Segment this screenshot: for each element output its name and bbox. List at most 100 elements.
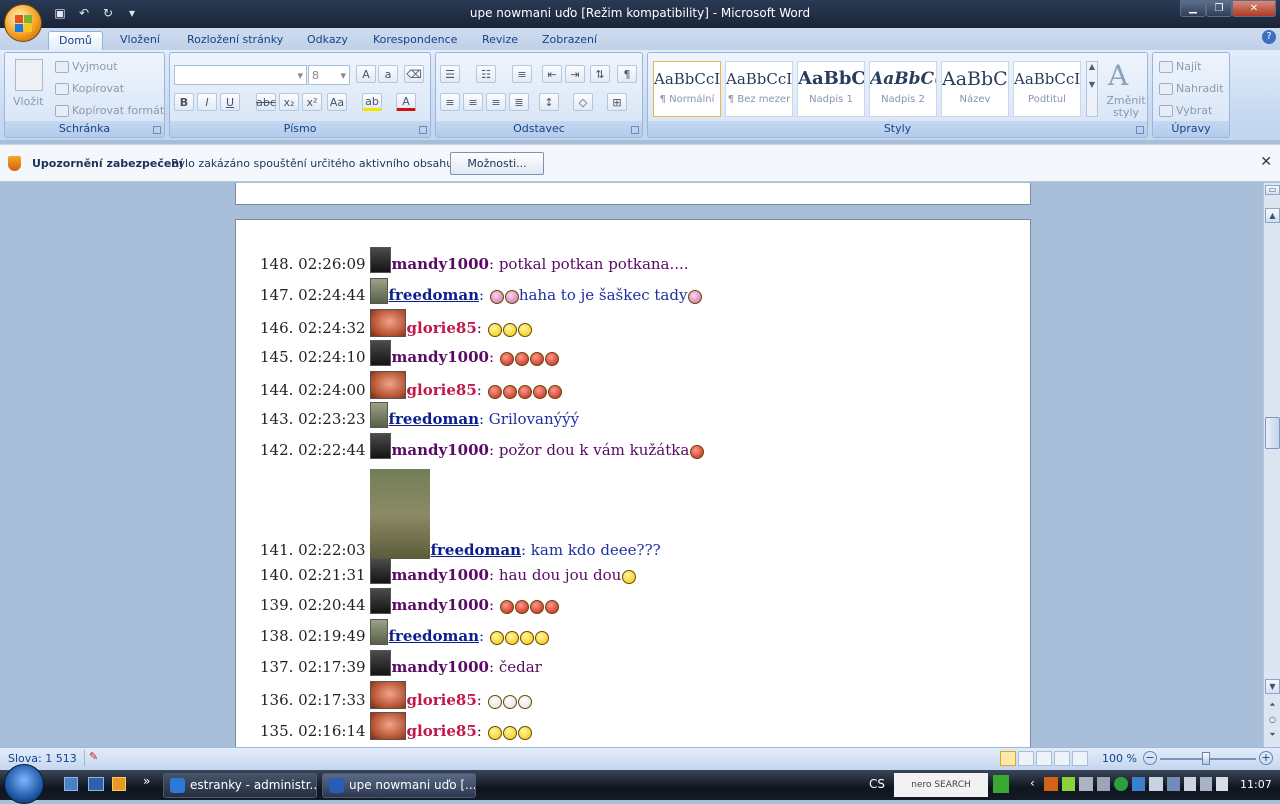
tray-icon[interactable] (1096, 777, 1110, 791)
language-indicator[interactable]: CS (869, 777, 885, 791)
subscript-icon[interactable]: x₂ (279, 93, 299, 111)
username-link[interactable]: mandy1000 (392, 348, 489, 366)
search-box[interactable]: nero SEARCH (894, 773, 988, 797)
style-title[interactable]: AaBbC(Název (941, 61, 1009, 117)
font-name-combo[interactable]: ▾ (174, 65, 307, 85)
user-avatar[interactable] (369, 402, 388, 428)
user-avatar[interactable] (369, 712, 406, 740)
paste-button[interactable]: Vložit (13, 95, 43, 108)
font-color-icon[interactable]: A (396, 93, 416, 111)
borders-icon[interactable]: ⊞ (607, 93, 627, 111)
start-button[interactable] (4, 764, 44, 804)
user-avatar[interactable] (369, 278, 388, 304)
zoom-in-icon[interactable]: + (1259, 751, 1273, 765)
tray-expand-icon[interactable]: ‹ (1030, 776, 1035, 790)
shading-icon[interactable]: ◇ (573, 93, 593, 111)
dialog-launcher-icon[interactable] (153, 126, 161, 134)
style-normal[interactable]: AaBbCcI ¶ Normální (653, 61, 721, 117)
underline-icon[interactable]: U (220, 93, 240, 111)
select-button[interactable]: Vybrat (1159, 104, 1212, 117)
bold-icon[interactable]: B (174, 93, 194, 111)
username-link[interactable]: mandy1000 (392, 596, 489, 614)
multilevel-list-icon[interactable]: ≡ (512, 65, 532, 83)
clock[interactable]: 11:07 (1240, 778, 1272, 791)
sort-icon[interactable]: ⇅ (590, 65, 610, 83)
document-page[interactable]: 148. 02:26:09 mandy1000: potkal potkan po… (235, 219, 1031, 747)
minimize-button[interactable]: ▁ (1180, 0, 1206, 17)
decrease-indent-icon[interactable]: ⇤ (542, 65, 562, 83)
username-link[interactable]: freedoman (389, 627, 479, 645)
username-link[interactable]: glorie85 (407, 722, 477, 740)
format-painter-button[interactable]: Kopírovat formát (55, 104, 164, 117)
ruler-toggle-icon[interactable]: ▭ (1265, 185, 1280, 195)
go-arrow-icon[interactable] (993, 775, 1009, 793)
dialog-launcher-icon[interactable] (631, 126, 639, 134)
monitor-icon[interactable] (1200, 777, 1212, 791)
scroll-up-icon[interactable]: ▲ (1265, 208, 1280, 223)
previous-page-icon[interactable]: ⏶ (1265, 698, 1280, 713)
bullets-icon[interactable]: ☰ (440, 65, 460, 83)
show-desktop-icon[interactable] (64, 777, 78, 791)
user-avatar[interactable] (369, 619, 388, 645)
tab-insert[interactable]: Vložení (110, 31, 170, 50)
word-count[interactable]: Slova: 1 513 (8, 752, 77, 765)
close-icon[interactable]: ✕ (1260, 154, 1272, 170)
user-avatar[interactable] (369, 681, 406, 709)
user-avatar[interactable] (369, 371, 406, 399)
superscript-icon[interactable]: x² (302, 93, 322, 111)
taskbar-item-word[interactable]: upe nowmani uďo [... (322, 773, 476, 798)
change-styles-button[interactable]: Změnit styly (1106, 95, 1146, 119)
network-icon[interactable] (1184, 777, 1196, 791)
style-no-spacing[interactable]: AaBbCcI ¶ Bez mezer (725, 61, 793, 117)
tray-icon[interactable] (1131, 777, 1145, 791)
style-heading-2[interactable]: AaBbC(Nadpis 2 (869, 61, 937, 117)
taskbar-item-browser[interactable]: estranky - administr... (163, 773, 317, 798)
scroll-thumb[interactable] (1265, 417, 1280, 449)
user-avatar[interactable] (369, 588, 391, 614)
username-link[interactable]: mandy1000 (392, 441, 489, 459)
full-screen-reading-icon[interactable] (1018, 751, 1034, 766)
tray-icon[interactable] (1114, 777, 1128, 791)
highlight-icon[interactable]: ab (362, 93, 382, 111)
tray-icon[interactable] (1061, 777, 1075, 791)
office-button[interactable] (4, 4, 42, 42)
username-link[interactable]: freedoman (389, 410, 479, 428)
tab-references[interactable]: Odkazy (297, 31, 358, 50)
maximize-button[interactable]: ❐ (1206, 0, 1232, 17)
user-avatar[interactable] (369, 469, 430, 559)
web-layout-icon[interactable] (1036, 751, 1052, 766)
font-size-combo[interactable]: 8 ▾ (308, 65, 350, 85)
show-marks-icon[interactable]: ¶ (617, 65, 637, 83)
draft-icon[interactable] (1072, 751, 1088, 766)
tray-icon[interactable] (1166, 777, 1180, 791)
zoom-slider-thumb[interactable] (1202, 752, 1210, 765)
close-button[interactable]: ✕ (1232, 0, 1276, 17)
line-spacing-icon[interactable]: ↕ (539, 93, 559, 111)
switch-windows-icon[interactable] (88, 777, 104, 791)
dialog-launcher-icon[interactable] (1136, 126, 1144, 134)
user-avatar[interactable] (369, 558, 391, 584)
volume-icon[interactable] (1216, 777, 1228, 791)
browse-object-icon[interactable]: ○ (1265, 713, 1280, 728)
tab-page-layout[interactable]: Rozložení stránky (177, 31, 293, 50)
user-avatar[interactable] (369, 433, 391, 459)
username-link[interactable]: mandy1000 (392, 255, 489, 273)
align-left-icon[interactable]: ≡ (440, 93, 460, 111)
vertical-scrollbar[interactable]: ▭ ▲ ▼ ⏶ ○ ⏷ (1263, 183, 1280, 747)
shrink-font-icon[interactable]: a (378, 65, 398, 83)
copy-button[interactable]: Kopírovat (55, 82, 124, 95)
print-layout-icon[interactable] (1000, 751, 1016, 766)
user-avatar[interactable] (369, 650, 391, 676)
proofing-icon[interactable]: ✎ (84, 750, 102, 766)
cut-button[interactable]: Vyjmout (55, 60, 118, 73)
options-button[interactable]: Možnosti... (450, 152, 544, 175)
user-avatar[interactable] (369, 340, 391, 366)
tab-home[interactable]: Domů (48, 31, 103, 50)
scroll-down-icon[interactable]: ▼ (1265, 679, 1280, 694)
style-heading-1[interactable]: AaBbC(Nadpis 1 (797, 61, 865, 117)
username-link[interactable]: glorie85 (407, 319, 477, 337)
numbering-icon[interactable]: ☷ (476, 65, 496, 83)
username-link[interactable]: mandy1000 (392, 658, 489, 676)
tray-icon[interactable] (1044, 777, 1058, 791)
next-page-icon[interactable]: ⏷ (1265, 728, 1280, 743)
